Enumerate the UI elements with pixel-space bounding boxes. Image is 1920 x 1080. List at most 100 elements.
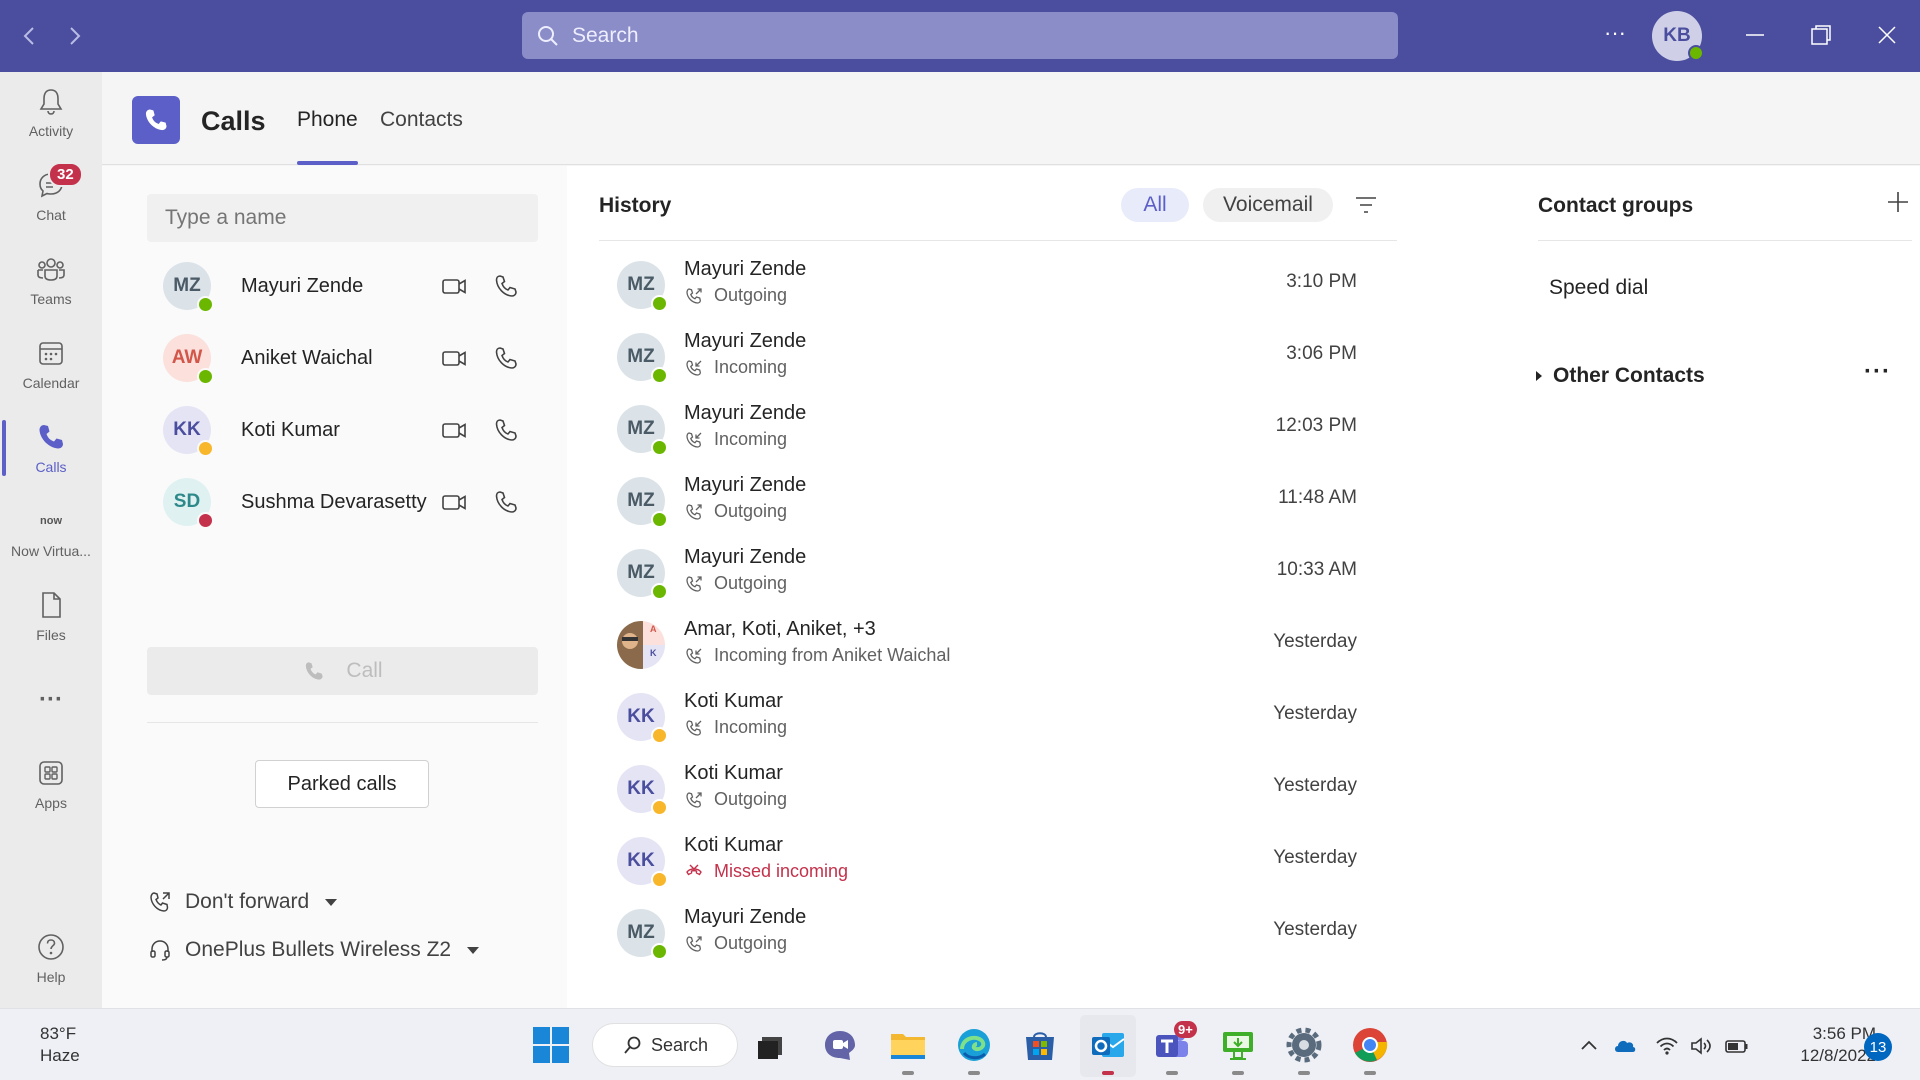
video-call-icon[interactable] xyxy=(440,344,468,372)
audio-call-icon[interactable] xyxy=(492,272,520,300)
app-rail: Activity Chat 32 Teams Calendar Calls no… xyxy=(0,72,102,1008)
audio-device-dropdown[interactable]: OnePlus Bullets Wireless Z2 xyxy=(147,934,480,966)
incoming-call-icon xyxy=(686,647,702,664)
speed-contact-row[interactable]: SD Sushma Devarasetty xyxy=(147,474,537,530)
avatar: KK xyxy=(617,693,668,744)
call-history-row[interactable]: MZ Mayuri Zende Outgoing 3:10 PM xyxy=(617,249,1357,321)
windows-start-icon[interactable] xyxy=(531,1025,571,1065)
tab-contacts[interactable]: Contacts xyxy=(380,108,463,165)
avatar-initials: AW xyxy=(171,347,203,368)
avatar-initials: MZ xyxy=(627,922,655,943)
more-icon: ··· xyxy=(39,686,63,713)
task-view-icon[interactable] xyxy=(752,1025,792,1065)
close-icon[interactable] xyxy=(1874,22,1900,48)
contact-name: Aniket Waichal xyxy=(241,347,373,369)
volume-icon[interactable] xyxy=(1688,1033,1714,1059)
avatar-initials: KK xyxy=(627,778,655,799)
onedrive-cloud-icon[interactable] xyxy=(1612,1033,1638,1059)
chrome-browser-icon[interactable] xyxy=(1350,1025,1390,1065)
call-button-label: Call xyxy=(346,659,383,682)
remote-desktop-icon[interactable] xyxy=(1218,1025,1258,1065)
forward-arrow-icon[interactable] xyxy=(62,24,86,48)
presence-away-icon xyxy=(651,727,668,744)
speed-contact-row[interactable]: AW Aniket Waichal xyxy=(147,330,537,386)
tab-phone[interactable]: Phone xyxy=(297,108,358,165)
call-forwarding-dropdown[interactable]: Don't forward xyxy=(147,886,338,918)
search-bar[interactable]: Search xyxy=(522,12,1398,59)
speed-contact-row[interactable]: MZ Mayuri Zende xyxy=(147,258,537,314)
outlook-icon[interactable] xyxy=(1088,1025,1128,1065)
group-more-options-icon[interactable]: ··· xyxy=(1864,358,1891,386)
call-history-row[interactable]: MZ Mayuri Zende Incoming 12:03 PM xyxy=(617,393,1357,465)
call-history-row[interactable]: MZ Mayuri Zende Outgoing 11:48 AM xyxy=(617,465,1357,537)
add-group-icon[interactable] xyxy=(1884,188,1912,216)
presence-available-icon xyxy=(651,295,668,312)
rail-item-files[interactable]: Files xyxy=(0,576,102,656)
avatar: MZ xyxy=(617,477,668,528)
microsoft-store-icon[interactable] xyxy=(1020,1025,1060,1065)
settings-gear-icon[interactable] xyxy=(1284,1025,1324,1065)
rail-label-calls: Calls xyxy=(35,459,67,475)
call-button[interactable]: Call xyxy=(147,647,538,695)
user-avatar[interactable]: KB xyxy=(1652,11,1704,61)
presence-available-icon xyxy=(197,296,214,313)
other-contacts-group[interactable]: Other Contacts xyxy=(1536,364,1705,388)
name-search-input[interactable] xyxy=(147,194,538,242)
call-history-row[interactable]: KK Koti Kumar Incoming Yesterday xyxy=(617,681,1357,753)
video-call-icon[interactable] xyxy=(440,416,468,444)
rail-item-activity[interactable]: Activity xyxy=(0,72,102,152)
edge-browser-icon[interactable] xyxy=(954,1025,994,1065)
more-options-icon[interactable]: ··· xyxy=(1604,20,1626,46)
windows-taskbar: 83°F Haze Search 9+ 3:56 PM 12/8/2022 13 xyxy=(0,1008,1920,1080)
speed-dial-group[interactable]: Speed dial xyxy=(1549,276,1648,300)
audio-call-icon[interactable] xyxy=(492,488,520,516)
weather-condition: Haze xyxy=(40,1046,80,1065)
show-hidden-icons-chevron-icon[interactable] xyxy=(1576,1033,1602,1059)
presence-away-icon xyxy=(197,440,214,457)
call-history-row[interactable]: KK Koti Kumar Missed incoming Yesterday xyxy=(617,825,1357,897)
avatar: MZ xyxy=(617,333,668,384)
call-time: Yesterday xyxy=(1273,631,1357,652)
rail-item-now-virtual[interactable]: now Now Virtua... xyxy=(0,492,102,572)
presence-away-icon xyxy=(651,799,668,816)
rail-item-calendar[interactable]: Calendar xyxy=(0,324,102,404)
filter-voicemail[interactable]: Voicemail xyxy=(1203,188,1333,222)
call-history-row[interactable]: MZ Mayuri Zende Outgoing 10:33 AM xyxy=(617,537,1357,609)
weather-widget[interactable]: 83°F Haze xyxy=(40,1023,80,1067)
call-history-row[interactable]: MZ Mayuri Zende Outgoing Yesterday xyxy=(617,897,1357,969)
call-history-row[interactable]: A K Amar, Koti, Aniket, +3 Incoming from An… xyxy=(617,609,1357,681)
wifi-icon[interactable] xyxy=(1654,1033,1680,1059)
history-panel: History All Voicemail MZ Mayuri Zende Outg… xyxy=(567,166,1514,1008)
call-history-row[interactable]: MZ Mayuri Zende Incoming 3:06 PM xyxy=(617,321,1357,393)
rail-item-calls[interactable]: Calls xyxy=(0,408,102,488)
taskbar-search[interactable]: Search xyxy=(592,1023,738,1067)
call-type-label: Missed incoming xyxy=(714,861,849,881)
search-icon xyxy=(536,24,560,48)
battery-icon[interactable] xyxy=(1724,1033,1750,1059)
restore-icon[interactable] xyxy=(1808,22,1834,48)
minimize-icon[interactable] xyxy=(1742,22,1768,48)
video-call-icon[interactable] xyxy=(440,488,468,516)
speed-contact-row[interactable]: KK Koti Kumar xyxy=(147,402,537,458)
back-arrow-icon[interactable] xyxy=(18,24,42,48)
video-call-icon[interactable] xyxy=(440,272,468,300)
audio-call-icon[interactable] xyxy=(492,416,520,444)
system-clock[interactable]: 3:56 PM 12/8/2022 xyxy=(1772,1023,1876,1067)
bell-icon xyxy=(39,89,63,115)
teams-chat-icon[interactable] xyxy=(820,1025,860,1065)
file-explorer-icon[interactable] xyxy=(888,1025,928,1065)
running-indicator xyxy=(1102,1071,1114,1075)
notification-count-badge[interactable]: 13 xyxy=(1864,1033,1892,1061)
avatar: KK xyxy=(163,406,214,457)
call-history-row[interactable]: KK Koti Kumar Outgoing Yesterday xyxy=(617,753,1357,825)
search-placeholder: Search xyxy=(572,23,639,47)
parked-calls-button[interactable]: Parked calls xyxy=(255,760,429,808)
audio-call-icon[interactable] xyxy=(492,344,520,372)
filter-icon[interactable] xyxy=(1353,192,1379,218)
rail-item-teams[interactable]: Teams xyxy=(0,240,102,320)
filter-all[interactable]: All xyxy=(1121,188,1189,222)
rail-item-help[interactable]: Help xyxy=(0,918,102,998)
rail-item-more[interactable]: ··· xyxy=(0,660,102,740)
avatar: MZ xyxy=(163,262,214,313)
rail-item-apps[interactable]: Apps xyxy=(0,744,102,824)
